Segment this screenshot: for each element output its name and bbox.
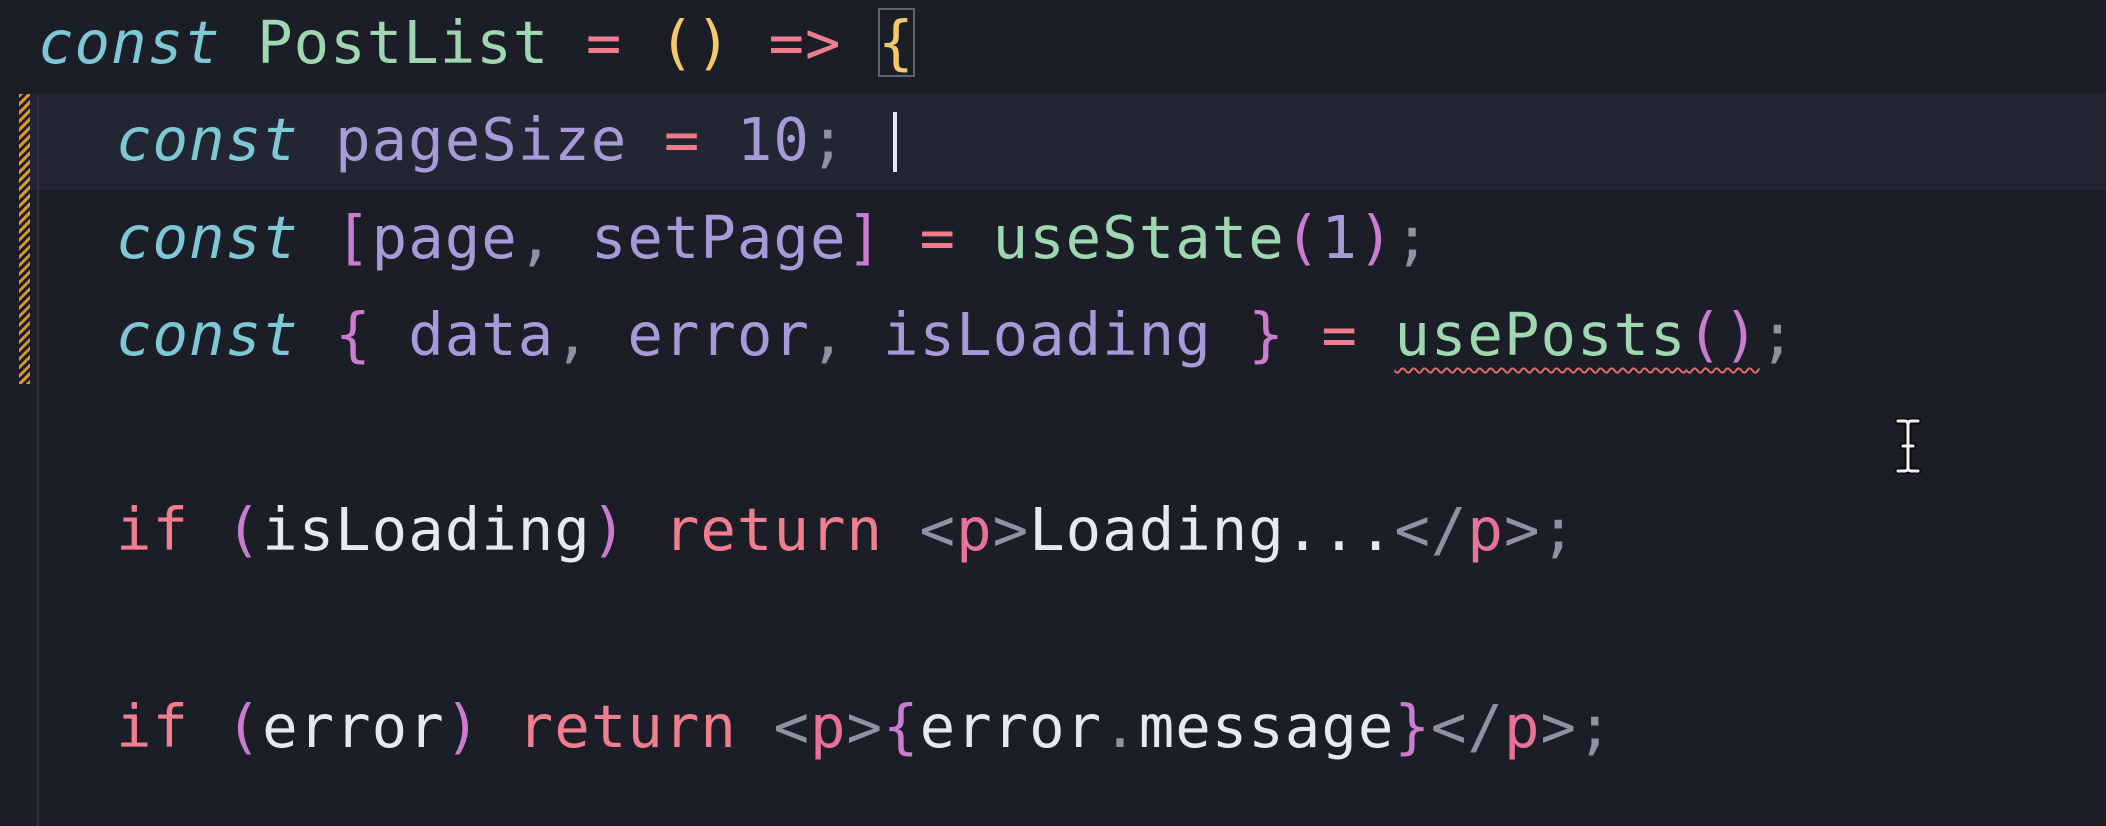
assign-operator: = xyxy=(585,8,623,77)
jsx-gt: > xyxy=(1503,495,1541,564)
jsx-text: Loading... xyxy=(1029,495,1395,564)
indent-guide xyxy=(37,94,39,826)
text-cursor xyxy=(893,112,897,172)
expr-dot: . xyxy=(1102,692,1139,761)
code-line-4[interactable]: const { data, error, isLoading } = usePo… xyxy=(116,300,1796,370)
jsx-tag-p: p xyxy=(809,692,847,761)
paren-open: ( xyxy=(225,692,263,761)
code-line-3[interactable]: const [page, setPage] = useState(1); xyxy=(116,203,1431,273)
git-modified-indicator[interactable] xyxy=(19,94,30,384)
keyword-const: const xyxy=(116,105,299,174)
component-name: PostList xyxy=(257,8,550,77)
condition-isloading: isLoading xyxy=(262,495,591,564)
semicolon: ; xyxy=(1577,692,1614,761)
jsx-close-lt: </ xyxy=(1430,692,1504,761)
expr-property: message xyxy=(1138,692,1395,761)
keyword-return: return xyxy=(517,692,737,761)
variable-setpage: setPage xyxy=(590,203,847,272)
paren-close: ) xyxy=(590,495,628,564)
semicolon: ; xyxy=(1394,203,1431,272)
arrow-operator: => xyxy=(768,8,842,77)
matched-brace: { xyxy=(878,8,915,77)
function-useposts: usePosts xyxy=(1394,300,1687,369)
jsx-tag-p: p xyxy=(1503,692,1541,761)
keyword-const: const xyxy=(116,203,299,272)
variable-data: data xyxy=(408,300,555,369)
number-literal: 1 xyxy=(1321,203,1358,272)
param-parens: () xyxy=(658,8,732,77)
semicolon: ; xyxy=(809,105,847,174)
brace-open: { xyxy=(335,300,372,369)
code-line-6[interactable]: if (error) return <p>{error.message}</p>… xyxy=(116,692,1614,762)
expr-object: error xyxy=(919,692,1103,761)
keyword-return: return xyxy=(663,495,884,564)
variable-error: error xyxy=(627,300,810,369)
error-squiggle[interactable]: usePosts() xyxy=(1394,300,1759,369)
function-usestate: useState xyxy=(992,203,1285,272)
ibeam-cursor-icon xyxy=(1894,418,1922,474)
comma: , xyxy=(517,203,555,272)
jsx-lt: < xyxy=(773,692,810,761)
comma: , xyxy=(554,300,591,369)
assign-operator: = xyxy=(919,203,957,272)
paren-open: ( xyxy=(225,495,263,564)
bracket-open: [ xyxy=(335,203,372,272)
code-editor[interactable]: const PostList = () => { const pageSize … xyxy=(0,0,2106,826)
keyword-const: const xyxy=(116,300,299,369)
jsx-tag-p: p xyxy=(1467,495,1504,564)
code-line-1[interactable]: const PostList = () => { xyxy=(38,8,915,78)
code-line-2[interactable]: const pageSize = 10; xyxy=(116,105,846,175)
semicolon: ; xyxy=(1759,300,1797,369)
paren-close: ) xyxy=(444,692,482,761)
semicolon: ; xyxy=(1540,495,1577,564)
code-line-5[interactable]: if (isLoading) return <p>Loading...</p>; xyxy=(116,495,1577,565)
keyword-const: const xyxy=(38,8,221,77)
keyword-if: if xyxy=(116,692,190,761)
jsx-tag-p: p xyxy=(956,495,993,564)
jsx-gt: > xyxy=(1540,692,1578,761)
call-parens: () xyxy=(1686,300,1760,369)
assign-operator: = xyxy=(663,105,701,174)
jsx-expr-open: { xyxy=(883,692,920,761)
paren-close: ) xyxy=(1357,203,1395,272)
variable-pagesize: pageSize xyxy=(335,105,628,174)
condition-error: error xyxy=(262,692,445,761)
keyword-if: if xyxy=(116,495,190,564)
paren-open: ( xyxy=(1284,203,1322,272)
jsx-gt: > xyxy=(846,692,884,761)
jsx-lt: < xyxy=(919,495,957,564)
jsx-gt: > xyxy=(992,495,1030,564)
bracket-close: ] xyxy=(846,203,884,272)
variable-isloading: isLoading xyxy=(883,300,1212,369)
assign-operator: = xyxy=(1321,300,1358,369)
number-literal: 10 xyxy=(736,105,810,174)
jsx-close-lt: </ xyxy=(1394,495,1468,564)
brace-close: } xyxy=(1248,300,1285,369)
jsx-expr-close: } xyxy=(1394,692,1431,761)
comma: , xyxy=(809,300,847,369)
variable-page: page xyxy=(371,203,518,272)
